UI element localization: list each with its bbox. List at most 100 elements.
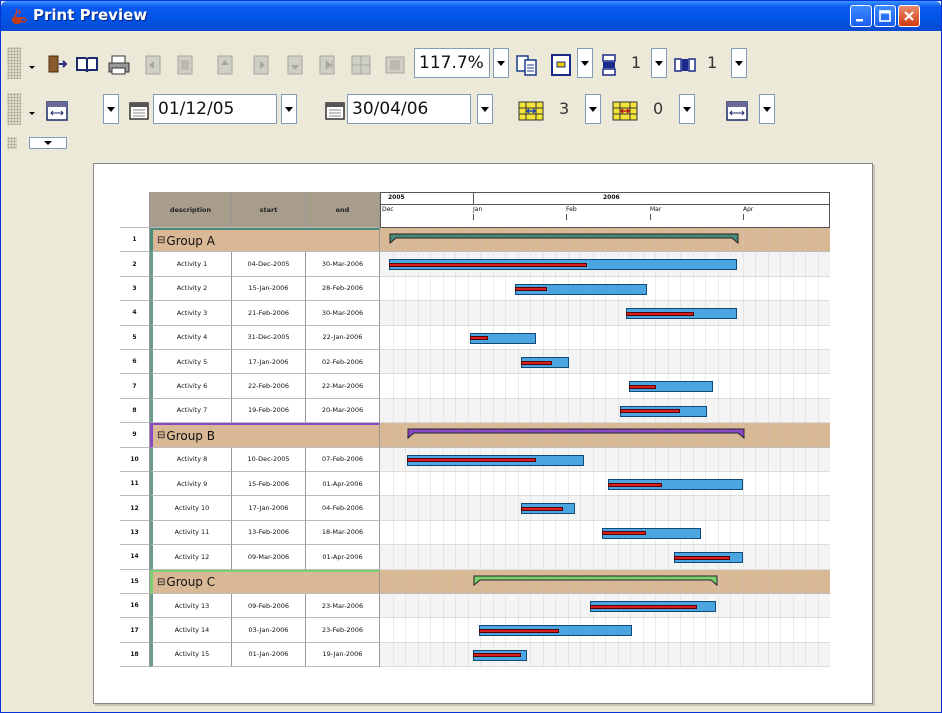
single-page-button[interactable] [381,49,409,81]
row-spacing-dropdown[interactable] [679,94,695,124]
row-number: 15 [120,569,150,594]
timeline-month-label: Mar [650,206,662,213]
collapse-icon[interactable]: ⊟ [157,430,165,441]
timeline-month-label: Feb [566,206,577,213]
orientation-button[interactable] [547,49,575,81]
timeline-gridline [430,228,431,668]
book-icon [76,57,98,73]
zoom-dropdown[interactable] [493,48,509,78]
row-spacing-button[interactable] [609,95,641,127]
title-bar[interactable]: Print Preview [1,1,941,31]
pages-down-button[interactable] [595,49,623,81]
timeline-gridline [755,228,756,668]
last-page-button[interactable] [313,49,341,81]
activity-label: Activity 10 [150,496,232,521]
toolbar-grip[interactable] [7,93,21,125]
pages-across-dropdown[interactable] [731,48,747,78]
timeline-gridline [742,228,744,668]
zoom-field[interactable]: 117.7% [414,48,490,78]
orientation-dropdown[interactable] [577,48,593,78]
start-date-picker-button[interactable] [125,95,153,127]
timeline-month-tick [473,214,474,220]
pages-across-button[interactable] [671,49,699,81]
activity-start: 04-Dec-2005 [232,252,306,277]
calendar-icon [129,102,149,120]
pages-down-icon [602,54,616,76]
row-spacing-icon [612,101,638,121]
exit-button[interactable] [43,49,71,81]
maximize-icon [879,10,891,22]
activity-progress-bar [389,262,588,267]
activity-label: Activity 7 [150,398,232,424]
chevron-down-icon [44,141,52,145]
activity-label: Activity 8 [150,447,232,472]
collapse-icon[interactable]: ⊟ [157,577,165,588]
pages-down-dropdown[interactable] [651,48,667,78]
column-width-button[interactable] [515,95,547,127]
end-date-picker-button[interactable] [321,95,349,127]
page-up-button[interactable] [211,49,239,81]
maximize-button[interactable] [874,5,896,27]
print-button[interactable] [105,49,133,81]
group-summary-bar [407,428,745,440]
next-page-icon [253,55,269,75]
row-number: 18 [120,642,150,668]
fit-page-button[interactable] [513,49,541,81]
timeline-gridline [817,228,819,668]
activity-end: 22-Mar-2006 [306,374,380,399]
toolbar-overflow-button[interactable] [25,101,39,121]
timeline-year-divider [473,192,474,204]
activity-start: 17-Jan-2006 [232,350,306,375]
page-down-button[interactable] [281,49,309,81]
row-number: 14 [120,545,150,570]
end-date-dropdown[interactable] [477,94,493,124]
timeline-gridline [805,228,806,668]
timeline-gridline [767,228,769,668]
fit-timeline-button[interactable] [723,95,751,127]
start-date-dropdown[interactable] [281,94,297,124]
fit-timeline-dropdown[interactable] [759,94,775,124]
toolbar-collapsed-dropdown[interactable] [29,137,67,149]
pages-across-value: 1 [707,53,718,72]
row-number: 17 [120,618,150,643]
toolbar-main: 117.7% 1 1 [7,41,937,87]
timeline-month-tick [650,214,651,220]
timeline-month-tick [743,214,744,220]
multi-page-button[interactable] [347,49,375,81]
timeline-gridline [455,228,456,668]
timescale-dropdown[interactable] [103,94,119,124]
previous-page-button[interactable] [171,49,199,81]
column-header-end: end [306,192,380,228]
row-number: 9 [120,423,150,448]
row-number: 1 [120,228,150,253]
group-summary-bar [389,233,739,245]
page-up-icon [217,55,233,75]
next-page-button[interactable] [247,49,275,81]
timeline-year-label: 2005 [388,194,405,201]
small-down-arrow-icon [29,112,35,115]
column-width-dropdown[interactable] [585,94,601,124]
start-date-field[interactable]: 01/12/05 [153,94,277,124]
activity-progress-bar [473,653,522,658]
activity-progress-bar [626,311,694,316]
activity-end: 19-Jan-2006 [306,642,380,668]
activity-start: 21-Feb-2006 [232,301,306,326]
timescale-button[interactable] [43,95,71,127]
minimize-button[interactable] [850,5,872,27]
collapse-icon[interactable]: ⊟ [157,235,165,246]
toolbar-grip[interactable] [7,47,21,79]
activity-label: Activity 2 [150,276,232,302]
page-setup-button[interactable] [73,49,101,81]
end-date-field[interactable]: 30/04/06 [347,94,471,124]
timeline-gridline [405,228,406,668]
timeline-gridline [492,228,494,668]
toolbar-grip[interactable] [7,137,17,149]
page-down-icon [287,55,303,75]
activity-progress-bar [590,604,698,609]
close-button[interactable] [898,5,920,27]
row-number: 5 [120,325,150,350]
first-page-icon [145,55,161,75]
toolbar-overflow-button[interactable] [25,55,39,75]
group-row-label: ⊟ Group C [150,569,380,594]
first-page-button[interactable] [139,49,167,81]
